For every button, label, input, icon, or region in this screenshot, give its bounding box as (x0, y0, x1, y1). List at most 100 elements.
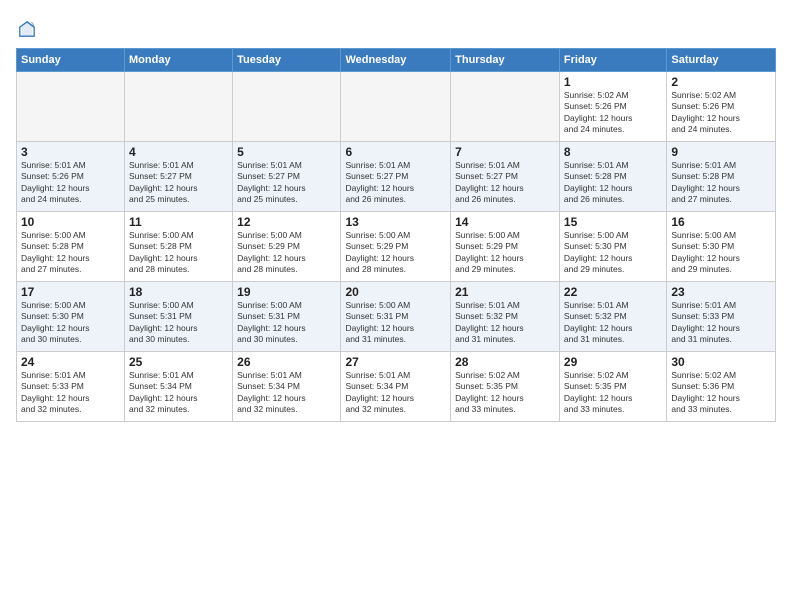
table-row: 2Sunrise: 5:02 AM Sunset: 5:26 PM Daylig… (667, 72, 776, 142)
day-number: 21 (455, 285, 555, 299)
day-number: 24 (21, 355, 120, 369)
table-row: 8Sunrise: 5:01 AM Sunset: 5:28 PM Daylig… (559, 142, 666, 212)
table-row: 22Sunrise: 5:01 AM Sunset: 5:32 PM Dayli… (559, 282, 666, 352)
day-info: Sunrise: 5:01 AM Sunset: 5:33 PM Dayligh… (21, 370, 120, 416)
day-number: 25 (129, 355, 228, 369)
table-row: 6Sunrise: 5:01 AM Sunset: 5:27 PM Daylig… (341, 142, 451, 212)
table-row (451, 72, 560, 142)
day-number: 11 (129, 215, 228, 229)
day-info: Sunrise: 5:00 AM Sunset: 5:29 PM Dayligh… (345, 230, 446, 276)
day-number: 4 (129, 145, 228, 159)
day-number: 2 (671, 75, 771, 89)
day-info: Sunrise: 5:02 AM Sunset: 5:35 PM Dayligh… (455, 370, 555, 416)
day-number: 15 (564, 215, 662, 229)
day-info: Sunrise: 5:01 AM Sunset: 5:28 PM Dayligh… (564, 160, 662, 206)
day-number: 30 (671, 355, 771, 369)
table-row: 10Sunrise: 5:00 AM Sunset: 5:28 PM Dayli… (17, 212, 125, 282)
day-number: 7 (455, 145, 555, 159)
table-row: 11Sunrise: 5:00 AM Sunset: 5:28 PM Dayli… (125, 212, 233, 282)
day-number: 14 (455, 215, 555, 229)
table-row: 17Sunrise: 5:00 AM Sunset: 5:30 PM Dayli… (17, 282, 125, 352)
day-number: 19 (237, 285, 336, 299)
table-row: 29Sunrise: 5:02 AM Sunset: 5:35 PM Dayli… (559, 352, 666, 422)
table-row: 18Sunrise: 5:00 AM Sunset: 5:31 PM Dayli… (125, 282, 233, 352)
day-number: 12 (237, 215, 336, 229)
day-info: Sunrise: 5:01 AM Sunset: 5:27 PM Dayligh… (455, 160, 555, 206)
day-number: 26 (237, 355, 336, 369)
table-row: 23Sunrise: 5:01 AM Sunset: 5:33 PM Dayli… (667, 282, 776, 352)
table-row (125, 72, 233, 142)
day-number: 3 (21, 145, 120, 159)
day-info: Sunrise: 5:00 AM Sunset: 5:31 PM Dayligh… (345, 300, 446, 346)
day-info: Sunrise: 5:01 AM Sunset: 5:34 PM Dayligh… (237, 370, 336, 416)
day-info: Sunrise: 5:02 AM Sunset: 5:26 PM Dayligh… (671, 90, 771, 136)
day-info: Sunrise: 5:01 AM Sunset: 5:34 PM Dayligh… (129, 370, 228, 416)
table-row: 16Sunrise: 5:00 AM Sunset: 5:30 PM Dayli… (667, 212, 776, 282)
table-row: 9Sunrise: 5:01 AM Sunset: 5:28 PM Daylig… (667, 142, 776, 212)
day-info: Sunrise: 5:02 AM Sunset: 5:35 PM Dayligh… (564, 370, 662, 416)
table-row: 27Sunrise: 5:01 AM Sunset: 5:34 PM Dayli… (341, 352, 451, 422)
day-info: Sunrise: 5:00 AM Sunset: 5:28 PM Dayligh… (129, 230, 228, 276)
day-number: 9 (671, 145, 771, 159)
weekday-header-thursday: Thursday (451, 49, 560, 72)
calendar-week-1: 1Sunrise: 5:02 AM Sunset: 5:26 PM Daylig… (17, 72, 776, 142)
calendar: SundayMondayTuesdayWednesdayThursdayFrid… (16, 48, 776, 422)
day-info: Sunrise: 5:01 AM Sunset: 5:34 PM Dayligh… (345, 370, 446, 416)
day-info: Sunrise: 5:01 AM Sunset: 5:27 PM Dayligh… (237, 160, 336, 206)
table-row: 21Sunrise: 5:01 AM Sunset: 5:32 PM Dayli… (451, 282, 560, 352)
table-row: 30Sunrise: 5:02 AM Sunset: 5:36 PM Dayli… (667, 352, 776, 422)
day-number: 16 (671, 215, 771, 229)
table-row: 12Sunrise: 5:00 AM Sunset: 5:29 PM Dayli… (233, 212, 341, 282)
table-row (233, 72, 341, 142)
day-info: Sunrise: 5:00 AM Sunset: 5:29 PM Dayligh… (455, 230, 555, 276)
day-number: 17 (21, 285, 120, 299)
day-info: Sunrise: 5:01 AM Sunset: 5:27 PM Dayligh… (129, 160, 228, 206)
day-number: 28 (455, 355, 555, 369)
day-info: Sunrise: 5:02 AM Sunset: 5:26 PM Dayligh… (564, 90, 662, 136)
day-number: 29 (564, 355, 662, 369)
day-info: Sunrise: 5:01 AM Sunset: 5:32 PM Dayligh… (564, 300, 662, 346)
day-info: Sunrise: 5:00 AM Sunset: 5:29 PM Dayligh… (237, 230, 336, 276)
day-number: 22 (564, 285, 662, 299)
calendar-week-3: 10 Sunrise: 5:00 AM Sunset: 5:28 PM Dayli… (17, 212, 776, 282)
page: SundayMondayTuesdayWednesdayThursdayFrid… (0, 0, 792, 612)
day-number: 6 (345, 145, 446, 159)
day-info: Sunrise: 5:00 AM Sunset: 5:31 PM Dayligh… (129, 300, 228, 346)
table-row: 5Sunrise: 5:01 AM Sunset: 5:27 PM Daylig… (233, 142, 341, 212)
day-number: 23 (671, 285, 771, 299)
calendar-week-5: 24Sunrise: 5:01 AM Sunset: 5:33 PM Dayli… (17, 352, 776, 422)
day-info: Sunrise: 5:01 AM Sunset: 5:28 PM Dayligh… (671, 160, 771, 206)
weekday-header-row: SundayMondayTuesdayWednesdayThursdayFrid… (17, 49, 776, 72)
table-row: 13Sunrise: 5:00 AM Sunset: 5:29 PM Dayli… (341, 212, 451, 282)
day-info: Sunrise: 5:00 AM Sunset: 5:30 PM Dayligh… (564, 230, 662, 276)
day-info: Sunrise: 5:02 AM Sunset: 5:36 PM Dayligh… (671, 370, 771, 416)
day-info: Sunrise: 5:01 AM Sunset: 5:33 PM Dayligh… (671, 300, 771, 346)
table-row: 25Sunrise: 5:01 AM Sunset: 5:34 PM Dayli… (125, 352, 233, 422)
day-number: 18 (129, 285, 228, 299)
day-info: Sunrise: 5:00 AM Sunset: 5:31 PM Dayligh… (237, 300, 336, 346)
calendar-week-2: 3Sunrise: 5:01 AM Sunset: 5:26 PM Daylig… (17, 142, 776, 212)
calendar-week-4: 17Sunrise: 5:00 AM Sunset: 5:30 PM Dayli… (17, 282, 776, 352)
day-number: 8 (564, 145, 662, 159)
day-info: Sunrise: 5:01 AM Sunset: 5:27 PM Dayligh… (345, 160, 446, 206)
logo (16, 20, 36, 38)
table-row: 20Sunrise: 5:00 AM Sunset: 5:31 PM Dayli… (341, 282, 451, 352)
weekday-header-sunday: Sunday (17, 49, 125, 72)
weekday-header-friday: Friday (559, 49, 666, 72)
table-row: 14Sunrise: 5:00 AM Sunset: 5:29 PM Dayli… (451, 212, 560, 282)
day-number: 20 (345, 285, 446, 299)
day-number: 10 (21, 215, 120, 229)
weekday-header-tuesday: Tuesday (233, 49, 341, 72)
table-row: 4Sunrise: 5:01 AM Sunset: 5:27 PM Daylig… (125, 142, 233, 212)
weekday-header-wednesday: Wednesday (341, 49, 451, 72)
table-row: 26Sunrise: 5:01 AM Sunset: 5:34 PM Dayli… (233, 352, 341, 422)
day-info: Sunrise: 5:01 AM Sunset: 5:26 PM Dayligh… (21, 160, 120, 206)
day-info: Sunrise: 5:00 AM Sunset: 5:30 PM Dayligh… (21, 300, 120, 346)
header (16, 16, 776, 38)
table-row: 1Sunrise: 5:02 AM Sunset: 5:26 PM Daylig… (559, 72, 666, 142)
table-row (17, 72, 125, 142)
weekday-header-monday: Monday (125, 49, 233, 72)
table-row: 15Sunrise: 5:00 AM Sunset: 5:30 PM Dayli… (559, 212, 666, 282)
day-number: 5 (237, 145, 336, 159)
table-row: 24Sunrise: 5:01 AM Sunset: 5:33 PM Dayli… (17, 352, 125, 422)
